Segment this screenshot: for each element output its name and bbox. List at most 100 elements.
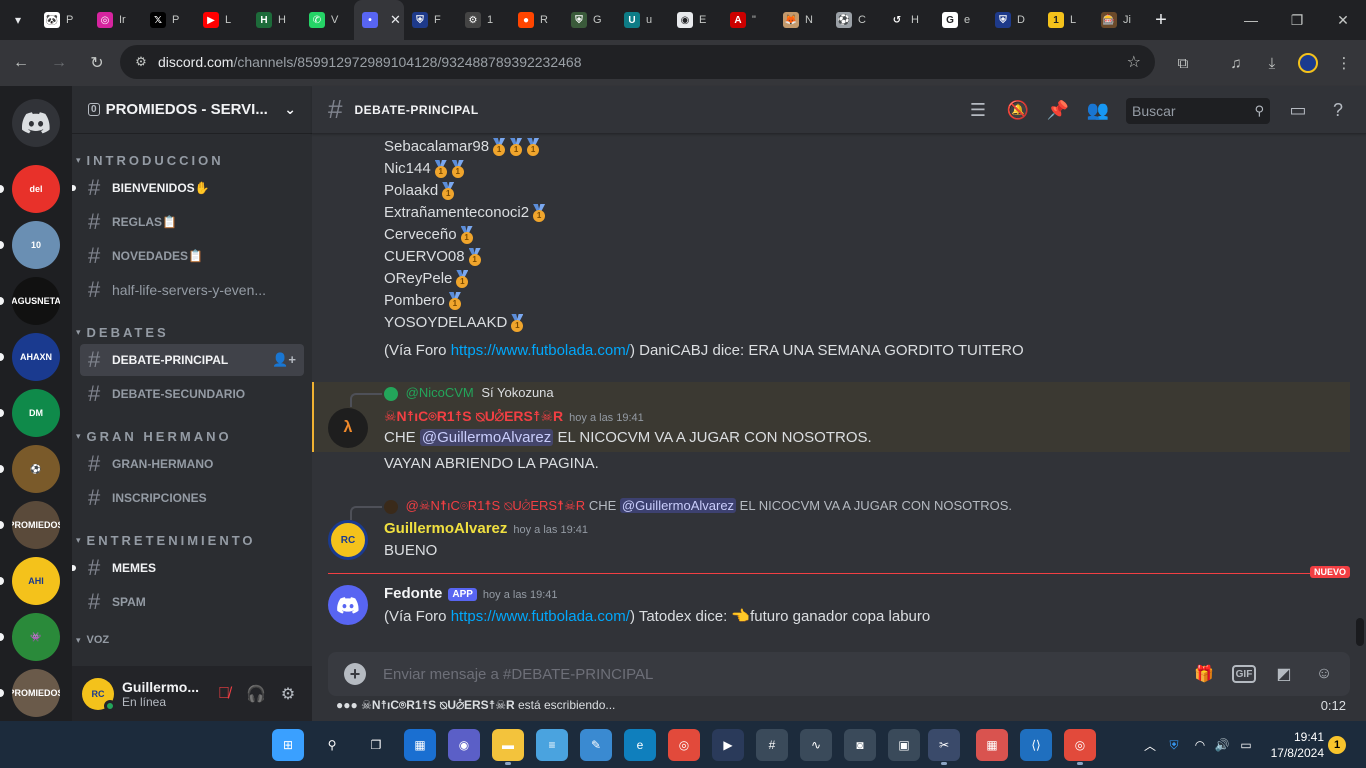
- channel-item[interactable]: # half-life-servers-y-even...: [80, 274, 304, 306]
- channel-item[interactable]: # DEBATE-SECUNDARIO: [80, 378, 304, 410]
- message-author[interactable]: Fedonte: [384, 585, 442, 602]
- browser-tab[interactable]: ⛨ F: [404, 0, 457, 40]
- scrollbar[interactable]: [1356, 618, 1364, 646]
- browser-tab[interactable]: • ✕: [354, 0, 404, 40]
- category-voz[interactable]: ▾ VOZ: [72, 630, 312, 650]
- avatar[interactable]: RC: [328, 520, 368, 560]
- help-icon[interactable]: ?: [1324, 96, 1352, 124]
- close-tab-icon[interactable]: ✕: [390, 12, 401, 28]
- create-invite-icon[interactable]: 👤+: [272, 352, 296, 368]
- camera-icon[interactable]: ◙: [844, 729, 876, 761]
- forward-button[interactable]: →: [42, 46, 76, 80]
- paint-icon[interactable]: ✎: [580, 729, 612, 761]
- threads-icon[interactable]: ☰: [964, 96, 992, 124]
- avatar[interactable]: RC: [82, 677, 116, 712]
- reply-preview[interactable]: @NicoCVM Sí Yokozuna: [350, 385, 554, 407]
- address-bar[interactable]: ⚙ discord.com/channels/85991297298910412…: [120, 45, 1155, 79]
- channel-item[interactable]: # GRAN-HERMANO: [80, 448, 304, 480]
- browser-tab[interactable]: ⚽ C: [828, 0, 881, 40]
- vscode-icon[interactable]: ⟨⟩: [1020, 729, 1052, 761]
- channel-item[interactable]: # SPAM: [80, 586, 304, 618]
- channel-item[interactable]: # MEMES: [72, 552, 304, 584]
- browser-tab[interactable]: 1L: [1040, 0, 1093, 40]
- notification-badge[interactable]: 1: [1328, 736, 1346, 754]
- star-icon[interactable]: ☆: [1127, 52, 1141, 72]
- ahi-server[interactable]: AHI: [12, 557, 60, 605]
- pin-icon[interactable]: 📌: [1044, 96, 1072, 124]
- monitor-icon[interactable]: ∿: [800, 729, 832, 761]
- notepad-icon[interactable]: ≡: [536, 729, 568, 761]
- avatar[interactable]: [328, 585, 368, 625]
- ahaxn-server[interactable]: AHAXN: [12, 333, 60, 381]
- channel-item[interactable]: # REGLAS📋: [80, 206, 304, 238]
- task-view-icon[interactable]: ❐: [360, 729, 392, 761]
- channel-item[interactable]: # INSCRIPCIONES: [80, 482, 304, 514]
- message-link[interactable]: https://www.futbolada.com/: [451, 342, 630, 359]
- gear-icon[interactable]: ⚙: [274, 680, 302, 708]
- new-tab-button[interactable]: +: [1146, 9, 1176, 32]
- notification-bell-muted-icon[interactable]: 🔕: [1004, 96, 1032, 124]
- monster-server[interactable]: 👾: [12, 613, 60, 661]
- category-header[interactable]: ▾ INTRODUCCION: [72, 150, 312, 170]
- channel-item[interactable]: # DEBATE-PRINCIPAL 👤+: [80, 344, 304, 376]
- avatar[interactable]: λ: [328, 408, 368, 448]
- user-mention[interactable]: @GuillermoAlvarez: [619, 498, 737, 513]
- widgets-icon[interactable]: ▦: [404, 729, 436, 761]
- meet-icon[interactable]: ◉: [448, 729, 480, 761]
- browser-tab[interactable]: ⚙ 1: [457, 0, 510, 40]
- download-icon[interactable]: ⤓: [1256, 47, 1288, 79]
- gift-icon[interactable]: 🎁: [1192, 662, 1216, 686]
- dm-server[interactable]: DM: [12, 389, 60, 437]
- browser-tab[interactable]: Ge: [934, 0, 987, 40]
- reply-preview[interactable]: @☠N☨ıC⌾R1☨S ⦰U⦲ERS☨☠R CHE @GuillermoAlva…: [350, 498, 1012, 520]
- member-list-icon[interactable]: 👥: [1084, 96, 1112, 124]
- browser-tab[interactable]: ◎ Ir: [89, 0, 142, 40]
- category-header[interactable]: ▾ GRAN HERMANO: [72, 426, 312, 446]
- chrome-profile-icon[interactable]: ◎: [1064, 729, 1096, 765]
- browser-tab[interactable]: ● R: [510, 0, 563, 40]
- calculator-icon[interactable]: #: [756, 729, 788, 761]
- inbox-icon[interactable]: ▭: [1284, 96, 1312, 124]
- battery-icon[interactable]: ▭: [1230, 729, 1262, 761]
- browser-tab[interactable]: HH: [248, 0, 301, 40]
- user-mention[interactable]: @GuillermoAlvarez: [419, 429, 554, 446]
- clock[interactable]: 19:41 17/8/2024: [1271, 729, 1324, 761]
- browser-tab[interactable]: ⛨ D: [987, 0, 1040, 40]
- mute-microphone-icon[interactable]: 🎙̸: [210, 680, 238, 708]
- chrome-icon[interactable]: ◎: [668, 729, 700, 761]
- emoji-icon[interactable]: ☺: [1312, 662, 1336, 686]
- menu-icon[interactable]: ⋮: [1328, 47, 1360, 79]
- url-text[interactable]: discord.com/channels/859912972989104128/…: [158, 54, 581, 70]
- category-header[interactable]: ▾ ENTRETENIMIENTO: [72, 530, 312, 550]
- message-input[interactable]: [383, 665, 1163, 683]
- gif-button[interactable]: GIF: [1232, 665, 1256, 683]
- category-header[interactable]: ▾ DEBATES: [72, 322, 312, 342]
- file-explorer-icon[interactable]: ▬: [492, 729, 524, 765]
- browser-tab[interactable]: ↺ H: [881, 0, 934, 40]
- store-icon[interactable]: ▦: [976, 729, 1008, 761]
- maximize-button[interactable]: ❐: [1274, 0, 1320, 40]
- server-header[interactable]: 0 PROMIEDOS - SERVI... ⌄: [72, 86, 312, 134]
- la-agusneta-server[interactable]: AGUSNETA: [12, 277, 60, 325]
- channel-item[interactable]: # BIENVENIDOS✋: [72, 172, 304, 204]
- sticker-icon[interactable]: ◩: [1272, 662, 1296, 686]
- close-window-button[interactable]: ✕: [1320, 0, 1366, 40]
- browser-tab[interactable]: ◉ E: [669, 0, 722, 40]
- player-server[interactable]: ⚽: [12, 445, 60, 493]
- search-icon[interactable]: ⚲: [316, 729, 348, 761]
- browser-tab[interactable]: A ": [722, 0, 775, 40]
- add-attachment-button[interactable]: +: [344, 663, 366, 685]
- minimize-button[interactable]: —: [1228, 0, 1274, 40]
- headphones-icon[interactable]: 🎧: [242, 680, 270, 708]
- del-server[interactable]: del: [12, 165, 60, 213]
- back-button[interactable]: ←: [4, 46, 38, 80]
- browser-tab[interactable]: 🎰 Ji: [1093, 0, 1146, 40]
- browser-tab[interactable]: ⛨ G: [563, 0, 616, 40]
- browser-tab[interactable]: ▶ L: [195, 0, 248, 40]
- message-author[interactable]: GuillermoAlvarez: [384, 520, 507, 537]
- snipping-tool-icon[interactable]: ✂: [928, 729, 960, 765]
- tab-search-button[interactable]: ▾: [0, 0, 36, 40]
- message-author[interactable]: ☠N☨ıC⌾R1☨S ⦰U⦲ERS☨☠R: [384, 408, 563, 424]
- tune-icon[interactable]: ⚙: [126, 54, 156, 70]
- browser-tab[interactable]: ✆ V: [301, 0, 354, 40]
